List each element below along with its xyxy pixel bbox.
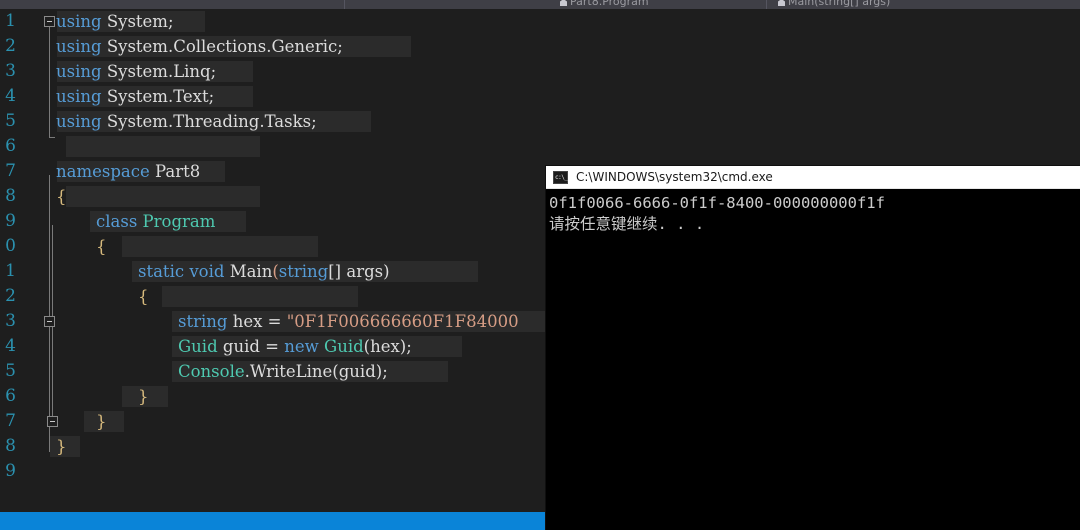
namespace-collections: System.Collections.Generic; [106,37,343,56]
code-text: using System; [56,9,174,34]
code-text: } [138,384,149,409]
keyword-using: using [56,87,102,106]
line-number: 7 [5,161,16,181]
keyword-namespace: namespace [56,162,150,181]
code-text: static void Main(string[] args) [138,259,390,284]
navbar-type-dropdown[interactable]: Part8.Program [560,0,760,9]
keyword-class: class [96,212,138,231]
string-literal-hex: "0F1F006666660F1F84000 [286,312,519,331]
console-title-text: C:\WINDOWS\system32\cmd.exe [576,170,773,184]
method-icon [778,0,785,6]
method-writeline: .WriteLine(guid); [244,362,388,381]
line-number: 0 [5,236,16,256]
code-line[interactable]: 3 using System.Linq; [0,59,1080,84]
line-number: 3 [5,61,16,81]
keyword-string: string [178,312,228,331]
code-line[interactable]: 4 using System.Text; [0,84,1080,109]
code-line[interactable]: 5 using System.Threading.Tasks; [0,109,1080,134]
method-name-main: Main [229,262,273,281]
code-line[interactable]: 2 using System.Collections.Generic; [0,34,1080,59]
code-text: } [96,409,107,434]
console-title-bar[interactable]: C:\WINDOWS\system32\cmd.exe [546,166,1080,189]
navbar-member-dropdown[interactable]: Main(string[] args) [778,0,998,9]
code-text: namespace Part8 [56,159,200,184]
line-number: 4 [5,86,16,106]
code-text: using System.Threading.Tasks; [56,109,317,134]
line-number: 6 [5,386,16,406]
visual-studio-window: Part8.Program Main(string[] args) 1 usin… [0,0,1080,530]
namespace-linq: System.Linq; [106,62,217,81]
line-number: 5 [5,361,16,381]
open-brace-namespace: { [56,187,67,206]
open-brace-class: { [96,237,107,256]
keyword-static: static [138,262,185,281]
code-text: { [56,184,67,209]
class-icon [560,0,567,6]
type-console: Console [178,362,245,381]
keyword-using: using [56,112,102,131]
navbar-member-label: Main(string[] args) [788,0,891,8]
code-text: Console.WriteLine(guid); [178,359,388,384]
close-brace-class: } [96,412,107,431]
guid-constructor-args: (hex); [363,337,412,356]
console-output-line: 0f1f0066-6666-0f1f-8400-000000000f1f [549,194,885,212]
class-name: Program [142,212,216,231]
line-number: 7 [5,411,16,431]
line-number: 5 [5,111,16,131]
navbar-divider-2 [766,0,767,9]
keyword-using: using [56,37,102,56]
code-text: { [96,234,107,259]
line-number: 4 [5,336,16,356]
console-output-area[interactable]: 0f1f0066-6666-0f1f-8400-000000000f1f 请按任… [546,189,1080,530]
close-brace-method: } [138,387,149,406]
keyword-void: void [189,262,225,281]
navbar-type-label: Part8.Program [570,0,649,8]
cmd-icon [553,170,568,184]
keyword-string-param: string [278,262,329,281]
line-highlight [162,286,358,307]
close-brace-namespace: } [56,437,67,456]
console-output-line: 请按任意键继续. . . [549,215,705,233]
code-text: Guid guid = new Guid(hex); [178,334,412,359]
variable-hex: hex = [232,312,287,331]
namespace-system: System; [106,12,174,31]
keyword-using: using [56,62,102,81]
code-text: { [138,284,149,309]
line-number: 9 [5,461,16,481]
line-highlight [122,236,318,257]
code-text: using System.Linq; [56,59,216,84]
namespace-text: System.Text; [106,87,215,106]
open-brace-method: { [138,287,149,306]
code-text: class Program [96,209,215,234]
line-number: 3 [5,311,16,331]
fold-toggle-usings[interactable] [44,16,55,27]
line-highlight [66,186,260,207]
cmd-console-window[interactable]: C:\WINDOWS\system32\cmd.exe 0f1f0066-666… [546,166,1080,530]
keyword-new: new [284,337,319,356]
method-args: [] args) [328,262,390,281]
keyword-using: using [56,12,102,31]
line-number: 1 [5,11,16,31]
line-number: 8 [5,436,16,456]
variable-guid: guid = [222,337,285,356]
code-text: string hex = "0F1F006666660F1F84000 [178,309,519,334]
line-number: 2 [5,36,16,56]
line-number: 1 [5,261,16,281]
code-text: } [56,434,67,459]
line-number: 9 [5,211,16,231]
code-line[interactable]: 6 [0,134,1080,159]
navbar-divider-1 [344,0,345,9]
code-line[interactable]: 1 using System; [0,9,1080,34]
line-highlight [66,136,260,157]
code-text: using System.Text; [56,84,214,109]
namespace-name: Part8 [155,162,201,181]
line-number: 2 [5,286,16,306]
code-text: using System.Collections.Generic; [56,34,343,59]
type-guid: Guid [178,337,218,356]
line-number: 8 [5,186,16,206]
namespace-threading: System.Threading.Tasks; [106,112,317,131]
line-number: 6 [5,136,16,156]
guid-constructor: Guid [324,337,364,356]
